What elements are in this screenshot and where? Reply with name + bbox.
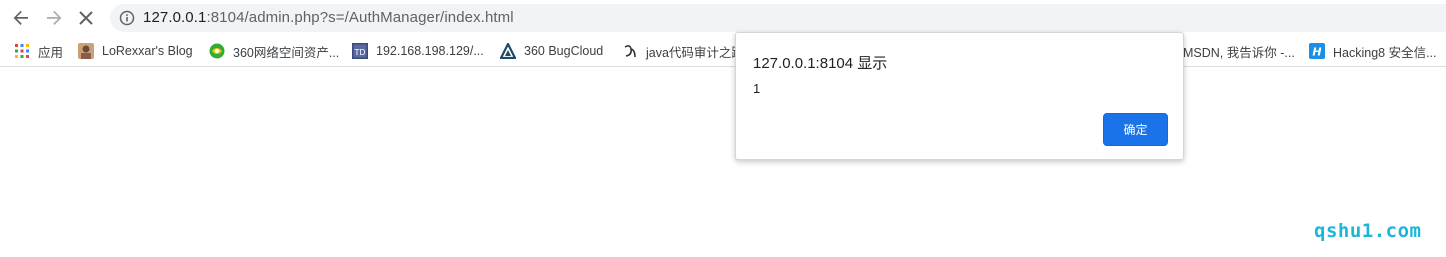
back-button[interactable] bbox=[8, 5, 34, 31]
360-globe-icon bbox=[209, 43, 225, 59]
bookmark-label: MSDN, 我告诉你 -... bbox=[1183, 45, 1295, 60]
bookmark-hacking8[interactable]: H Hacking8 安全信... bbox=[1309, 41, 1437, 61]
ok-button[interactable]: 确定 bbox=[1103, 113, 1168, 146]
dialog-title: 127.0.0.1:8104 显示 bbox=[753, 55, 888, 72]
info-icon[interactable] bbox=[119, 10, 135, 26]
avatar-icon bbox=[78, 43, 94, 59]
close-icon bbox=[79, 11, 93, 25]
bookmark-apps[interactable]: 应用 bbox=[14, 41, 63, 61]
svg-text:H: H bbox=[1312, 46, 1321, 59]
stop-loading-button[interactable] bbox=[73, 5, 99, 31]
browser-window: 127.0.0.1:8104/admin.php?s=/AuthManager/… bbox=[0, 0, 1446, 257]
h-logo-icon: H bbox=[1309, 43, 1325, 59]
triangle-logo-icon bbox=[500, 43, 516, 59]
watermark-text: qshu1.com bbox=[1314, 220, 1422, 242]
bookmark-label: 192.168.198.129/... bbox=[376, 44, 484, 58]
forward-button[interactable] bbox=[41, 5, 67, 31]
bookmark-label: Hacking8 安全信... bbox=[1333, 45, 1437, 60]
apps-grid-icon bbox=[14, 43, 30, 59]
arrow-left-icon bbox=[13, 10, 28, 25]
bookmark-192-168[interactable]: TD 192.168.198.129/... bbox=[352, 41, 484, 61]
url-path: :8104/admin.php?s=/AuthManager/index.htm… bbox=[206, 9, 514, 26]
bookmark-lorexxar-blog[interactable]: LoRexxar's Blog bbox=[78, 41, 193, 61]
bookmark-360-network[interactable]: 360网络空间资产... bbox=[209, 41, 339, 61]
arrow-right-icon bbox=[47, 10, 62, 25]
bookmark-msdn[interactable]: MSDN, 我告诉你 -... bbox=[1183, 41, 1295, 61]
svg-text:TD: TD bbox=[353, 48, 365, 57]
bookmark-label: 360网络空间资产... bbox=[233, 45, 340, 60]
alert-dialog: 127.0.0.1:8104 显示 1 确定 bbox=[735, 32, 1184, 160]
browser-toolbar: 127.0.0.1:8104/admin.php?s=/AuthManager/… bbox=[0, 0, 1446, 35]
bookmark-label: LoRexxar's Blog bbox=[102, 44, 193, 58]
dialog-message: 1 bbox=[753, 81, 761, 96]
url-host: 127.0.0.1 bbox=[143, 9, 207, 26]
bookmark-label: 360 BugCloud bbox=[524, 44, 604, 58]
bookmark-label: 应用 bbox=[38, 45, 64, 60]
url-text[interactable]: 127.0.0.1:8104/admin.php?s=/AuthManager/… bbox=[143, 9, 514, 26]
bookmark-java-audit[interactable]: java代码审计之路 bbox=[622, 41, 744, 61]
td-icon: TD bbox=[352, 43, 368, 59]
address-bar[interactable]: 127.0.0.1:8104/admin.php?s=/AuthManager/… bbox=[110, 4, 1446, 32]
script-logo-icon bbox=[622, 43, 638, 59]
bookmark-360-bugcloud[interactable]: 360 BugCloud bbox=[500, 41, 603, 61]
bookmark-label: java代码审计之路 bbox=[646, 45, 744, 60]
bookmarks-bar: 应用 LoRexxar's Blog 360网络空间资产... TD 192.1… bbox=[0, 35, 1446, 67]
